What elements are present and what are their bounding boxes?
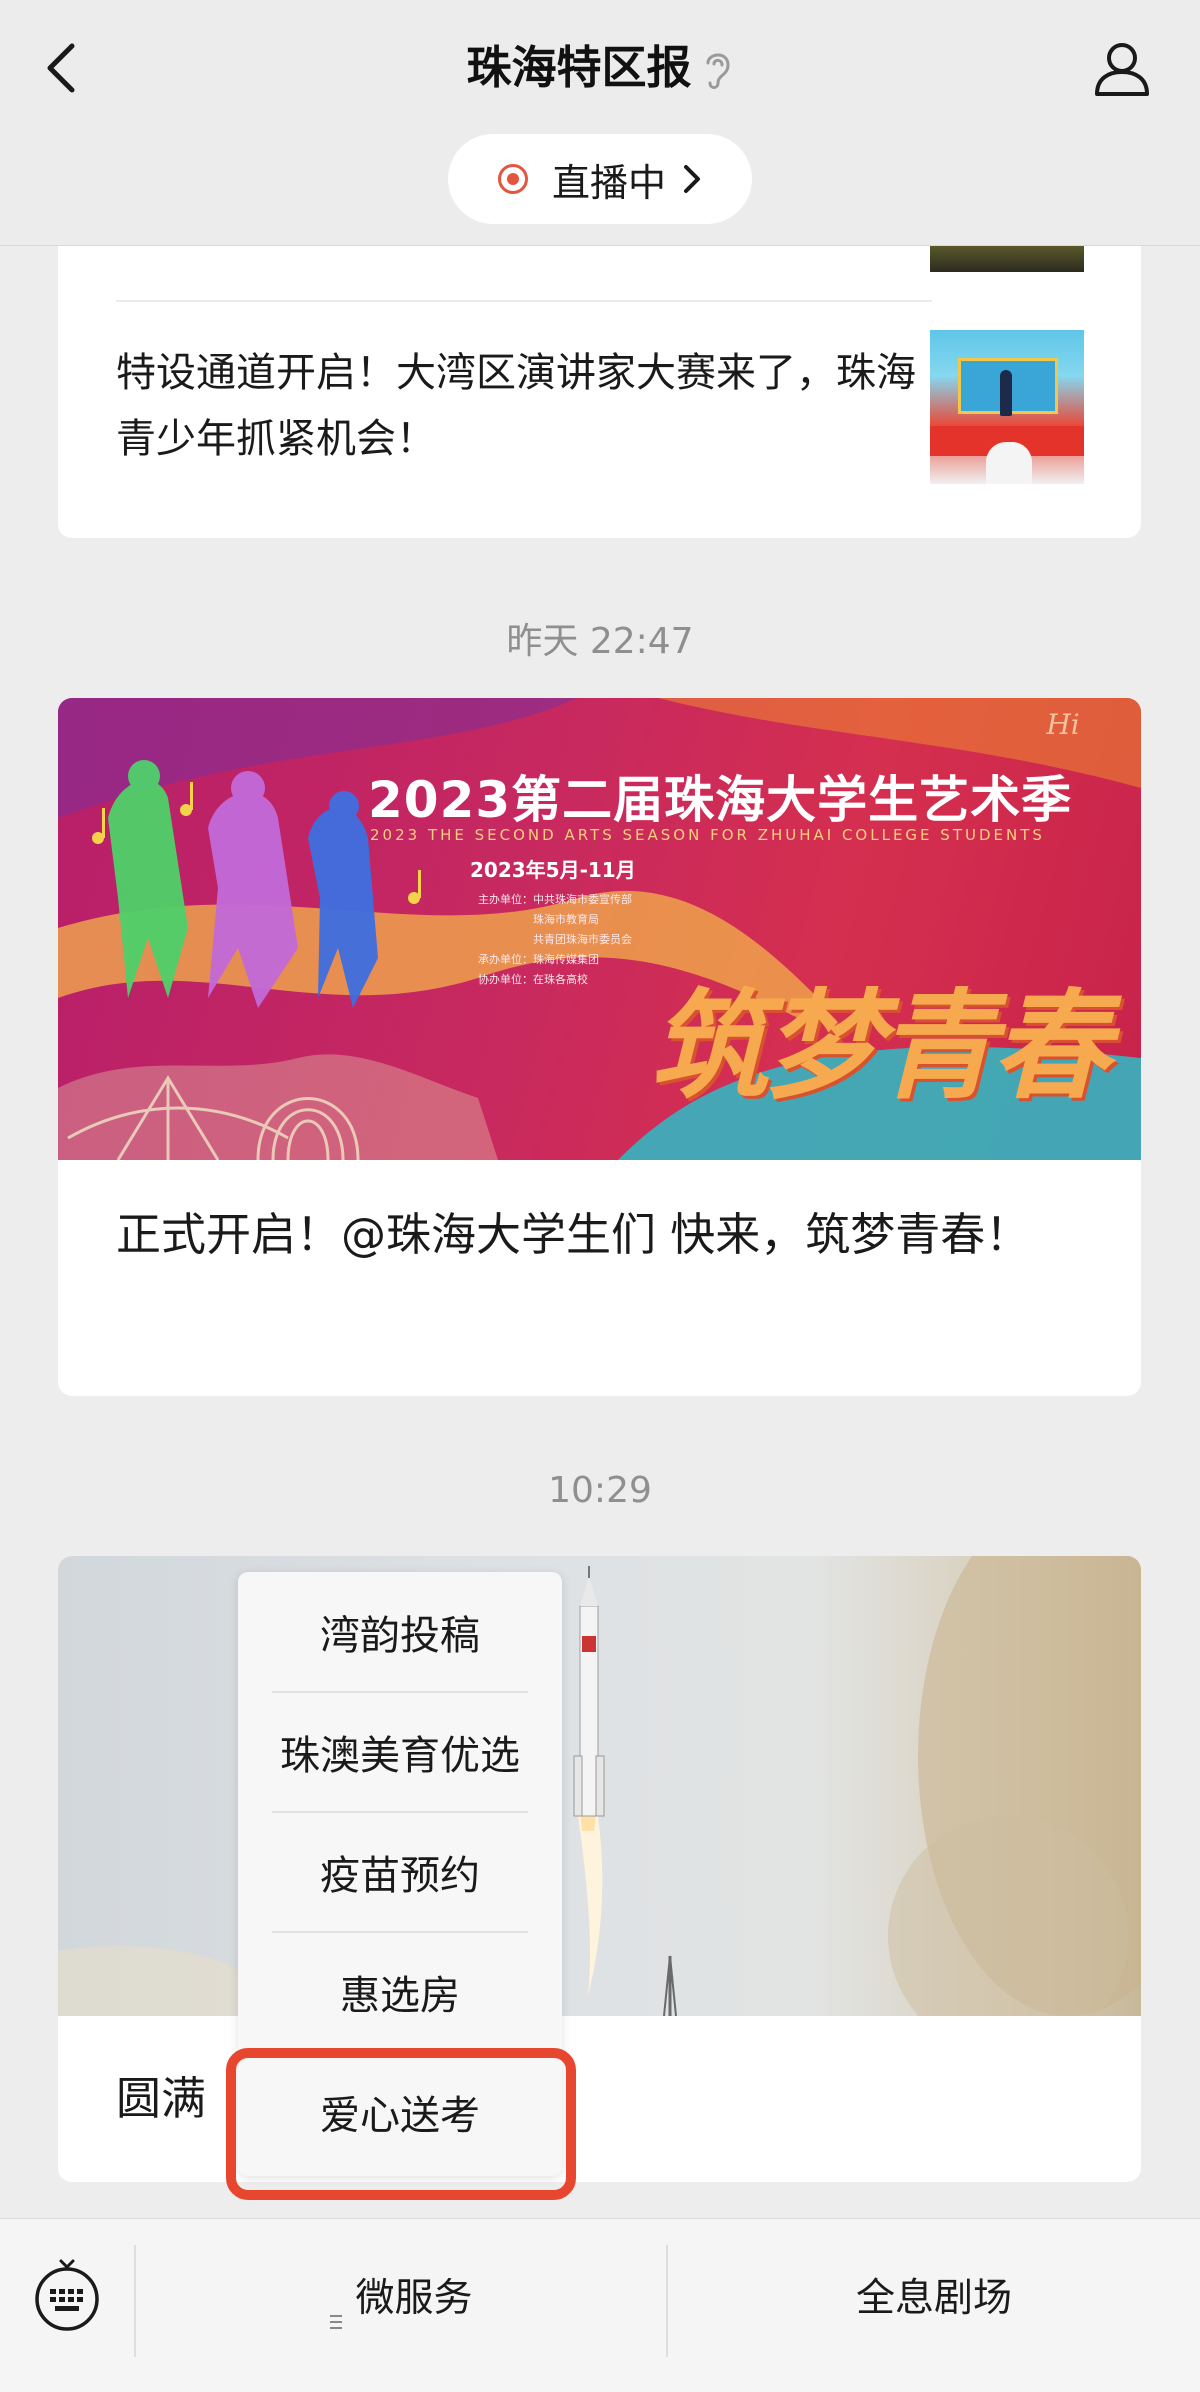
- profile-icon[interactable]: [1092, 38, 1152, 98]
- live-label: 直播中: [551, 160, 666, 205]
- divider: [116, 300, 932, 302]
- top-nav-bar: 珠海特区报 直播中: [0, 0, 1200, 246]
- article-thumbnail[interactable]: [930, 330, 1084, 484]
- menu-item-zhuao-aesthetic[interactable]: 珠澳美育优选: [238, 1692, 562, 1812]
- tab-micro-service[interactable]: 微服务: [136, 2269, 666, 2329]
- banner-logo: Hi: [1046, 708, 1080, 741]
- article-card[interactable]: 圆满: [58, 1556, 1141, 2182]
- article-cover-image[interactable]: Hi 2023第二届珠海大学生艺术季 2023 THE SECOND ARTS …: [58, 698, 1141, 1160]
- tab-label: 全息剧场: [855, 2276, 1012, 2321]
- chevron-right-icon: [682, 163, 702, 195]
- menu-item-housing[interactable]: 惠选房: [238, 1932, 562, 2052]
- article-title[interactable]: 特设通道开启！大湾区演讲家大赛来了，珠海青少年抓紧机会！: [116, 340, 916, 472]
- banner-subtitle: 2023 THE SECOND ARTS SEASON FOR ZHUHAI C…: [370, 826, 1045, 844]
- banner-title: 2023第二届珠海大学生艺术季: [368, 771, 1073, 829]
- ear-icon[interactable]: [702, 46, 734, 90]
- tab-holographic-theater[interactable]: 全息剧场: [668, 2269, 1200, 2329]
- banner-slogan: 筑梦青春: [650, 976, 1110, 1115]
- tab-label: 微服务: [355, 2276, 473, 2321]
- article-title[interactable]: 正式开启！@珠海大学生们 快来，筑梦青春！: [116, 1200, 1106, 1270]
- account-title-wrap: 珠海特区报: [0, 38, 1200, 98]
- banner-organizers: 主办单位：中共珠海市委宣传部 珠海市教育局 共青团珠海市委员会 承办单位：珠海传…: [478, 893, 632, 986]
- message-timestamp: 10:29: [548, 1470, 652, 1511]
- article-card[interactable]: 特设通道开启！大湾区演讲家大赛来了，珠海青少年抓紧机会！: [58, 200, 1141, 538]
- bottom-menu-bar: 微服务 全息剧场: [0, 2218, 1200, 2392]
- highlight-annotation: [226, 2048, 576, 2200]
- banner-date: 2023年5月-11月: [470, 858, 636, 882]
- live-button[interactable]: 直播中: [448, 134, 752, 224]
- live-dot-icon: [497, 164, 528, 194]
- menu-icon: [329, 2289, 343, 2329]
- article-cover-image[interactable]: [58, 1556, 1141, 2016]
- thumbnail-speaker-graphic: [1000, 370, 1012, 416]
- message-timestamp: 昨天 22:47: [506, 621, 694, 662]
- menu-item-wanyun-submission[interactable]: 湾韵投稿: [238, 1572, 562, 1692]
- article-card[interactable]: Hi 2023第二届珠海大学生艺术季 2023 THE SECOND ARTS …: [58, 698, 1141, 1396]
- page-title: 珠海特区报: [466, 41, 692, 94]
- menu-item-vaccine-appointment[interactable]: 疫苗预约: [238, 1812, 562, 1932]
- keyboard-icon[interactable]: [32, 2257, 102, 2331]
- thumbnail-audience-graphic: [986, 442, 1032, 484]
